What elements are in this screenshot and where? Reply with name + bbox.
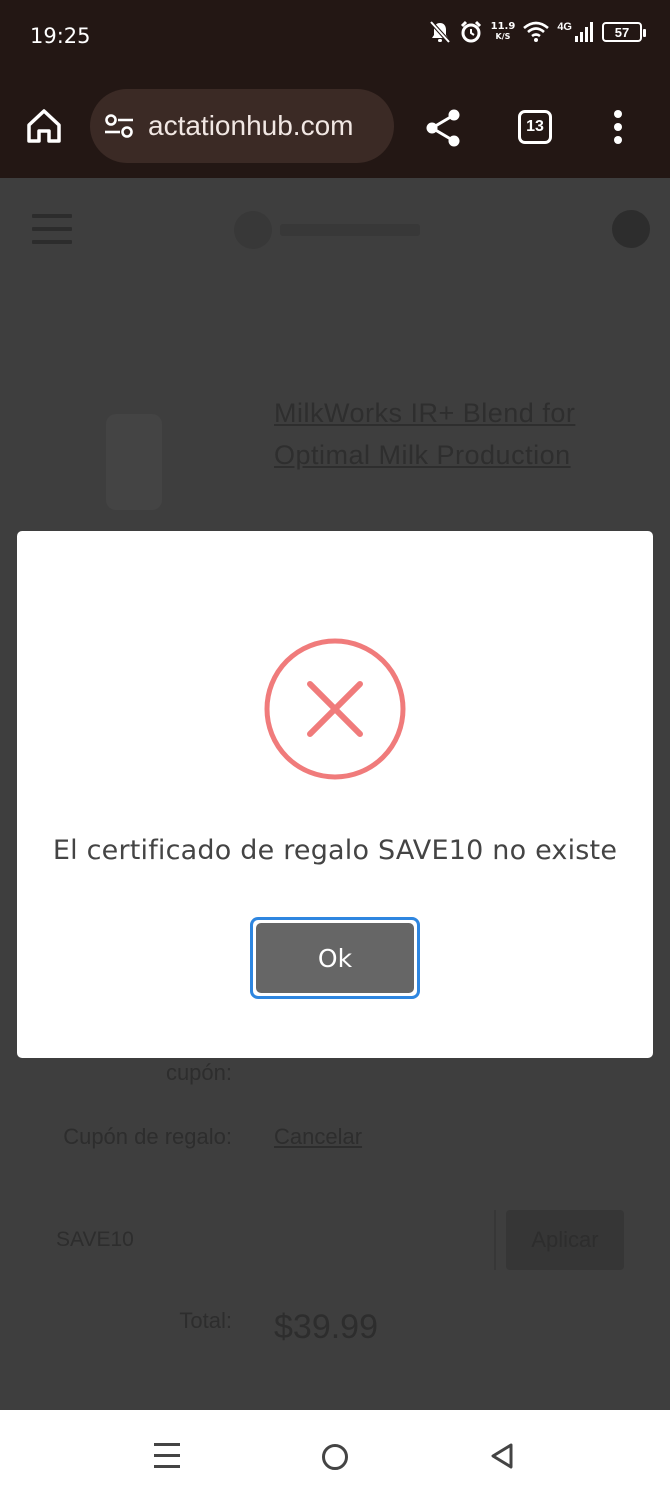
error-x-icon [264, 638, 406, 780]
status-icons: 11.9 K/S 4G 57 [429, 20, 646, 44]
network-speed-unit: K/S [495, 32, 511, 41]
network-speed: 11.9 K/S [491, 22, 516, 42]
browser-menu-button[interactable] [612, 108, 624, 151]
product-image[interactable] [106, 414, 162, 510]
dialog-message: El certificado de regalo SAVE10 no exist… [52, 835, 618, 866]
gift-coupon-input[interactable]: SAVE10 [40, 1210, 496, 1270]
status-time: 19:25 [30, 24, 91, 48]
home-nav-icon[interactable] [322, 1444, 348, 1470]
system-nav-bar [0, 1410, 670, 1500]
tab-switcher-button[interactable]: 13 [518, 110, 552, 144]
address-bar[interactable]: actationhub.com [90, 89, 394, 163]
total-value: $39.99 [274, 1308, 378, 1346]
recents-icon[interactable] [154, 1443, 180, 1476]
tab-count: 13 [526, 118, 544, 135]
product-title-link[interactable]: MilkWorks IR+ Blend for Optimal Milk Pro… [274, 392, 634, 476]
cancel-gift-coupon-link[interactable]: Cancelar [274, 1124, 362, 1150]
network-speed-value: 11.9 [490, 21, 516, 32]
ok-button-label: Ok [256, 923, 414, 993]
site-settings-icon[interactable] [104, 113, 134, 139]
total-label: Total: [179, 1308, 232, 1333]
error-dialog: El certificado de regalo SAVE10 no exist… [17, 531, 653, 1058]
battery-level: 57 [614, 24, 630, 40]
network-type: 4G [557, 21, 572, 33]
home-icon [27, 109, 61, 143]
ok-button[interactable]: Ok [250, 917, 420, 999]
menu-icon[interactable] [32, 214, 72, 253]
signal-icon [575, 22, 593, 42]
browser-toolbar: actationhub.com 13 [0, 78, 670, 178]
cart-badge[interactable] [612, 210, 650, 248]
status-bar: 19:25 11.9 K/S 4G 57 [0, 0, 670, 78]
gift-coupon-label: Cupón de regalo: [63, 1124, 232, 1149]
alarm-icon [460, 20, 481, 43]
url-text[interactable]: actationhub.com [148, 110, 353, 142]
share-button[interactable] [424, 108, 462, 153]
home-button[interactable] [24, 106, 64, 151]
share-icon [426, 109, 460, 147]
notifications-off-icon [429, 20, 451, 44]
site-logo[interactable] [234, 208, 434, 252]
battery-indicator: 57 [602, 22, 646, 42]
more-vert-icon [614, 110, 622, 144]
wifi-icon [523, 21, 550, 42]
apply-coupon-button[interactable]: Aplicar [506, 1210, 624, 1270]
back-icon[interactable] [490, 1442, 514, 1475]
coupon-label: cupón: [165, 1060, 232, 1085]
